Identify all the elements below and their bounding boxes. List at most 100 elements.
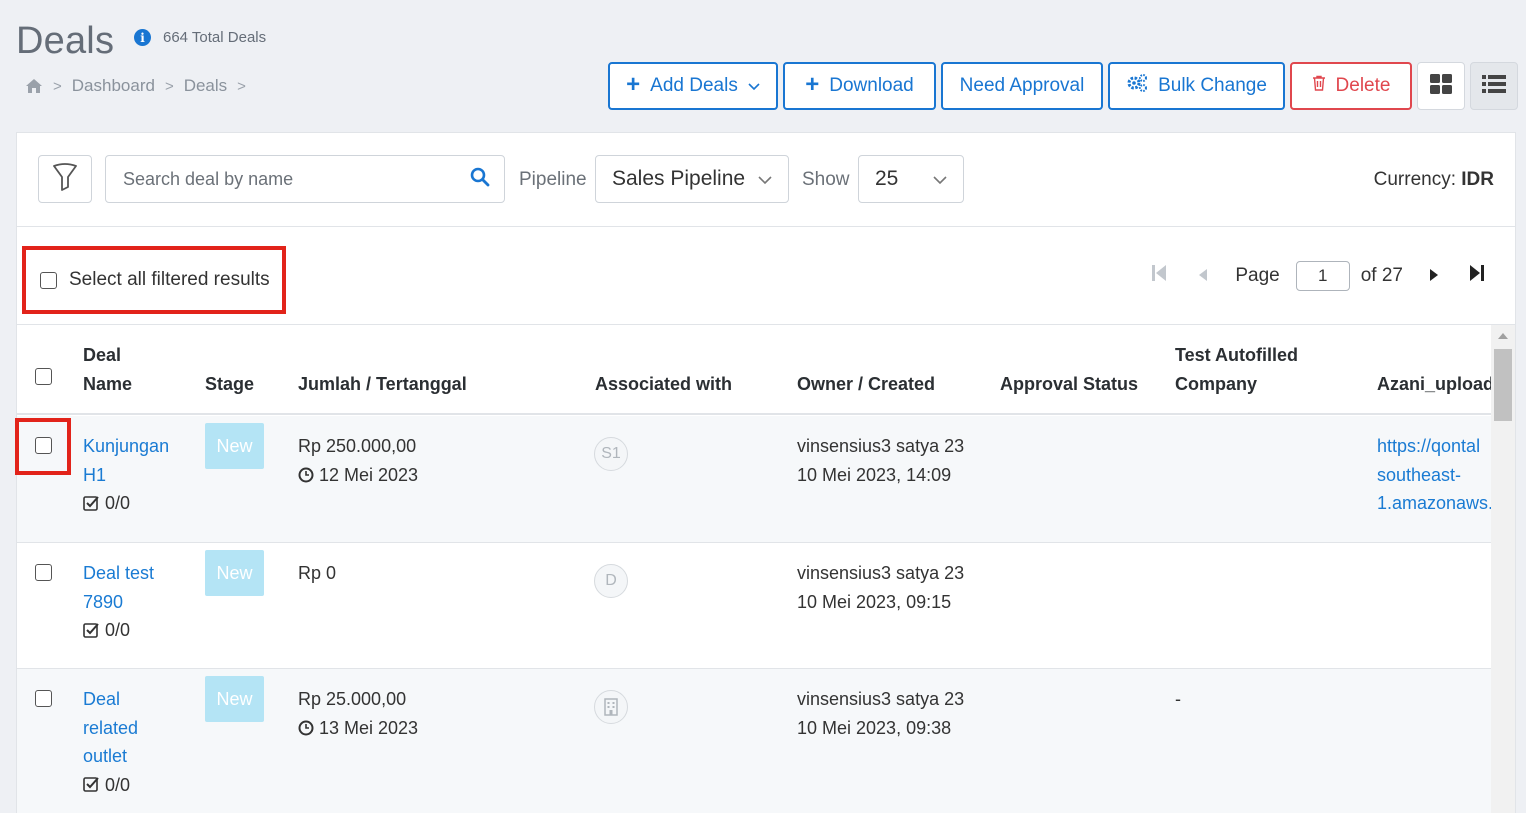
deals-card: Search deal by name Pipeline Sales Pipel… [15, 132, 1516, 813]
task-count-value: 0/0 [105, 774, 131, 795]
close-date-value: 13 Mei 2023 [319, 717, 419, 738]
last-page-icon[interactable] [1469, 264, 1485, 288]
deal-name[interactable]: Deal test 7890 0/0 [83, 559, 154, 647]
row-checkbox[interactable] [35, 564, 52, 581]
deal-name-line[interactable]: Kunjungan [83, 432, 169, 461]
amount-cell: Rp 25.000,00 13 Mei 2023 [298, 685, 418, 744]
scrollbar-thumb[interactable] [1494, 349, 1512, 421]
close-date-value: 12 Mei 2023 [319, 464, 419, 485]
task-count-value: 0/0 [105, 620, 131, 640]
grid-view-button[interactable] [1417, 62, 1465, 110]
deal-name[interactable]: Kunjungan H1 0/0 [83, 432, 169, 520]
page-title: Deals [16, 20, 115, 62]
download-button[interactable]: + Download [783, 62, 936, 110]
associated-avatar[interactable]: S1 [594, 437, 628, 471]
azani-link-line[interactable]: southeast- [1377, 461, 1491, 490]
plus-icon: + [626, 70, 641, 98]
prev-page-icon[interactable] [1199, 265, 1208, 287]
currency-indicator: Currency: IDR [1374, 169, 1494, 191]
amount-value: Rp 25.000,00 [298, 689, 407, 709]
stage-badge: New [205, 676, 264, 722]
col-amount[interactable]: Jumlah / Tertanggal [298, 370, 467, 399]
scroll-up-arrow[interactable] [1498, 333, 1508, 339]
trash-icon [1312, 75, 1326, 97]
next-page-icon[interactable] [1430, 265, 1438, 287]
plus-icon: + [805, 70, 820, 98]
chevron-right-icon: > [53, 77, 62, 95]
amount-value: Rp 0 [298, 563, 337, 583]
owner-name: vinsensius3 satya 23 [797, 689, 965, 709]
deal-name-line[interactable]: 7890 [83, 588, 154, 617]
grid-icon [1430, 73, 1452, 99]
stage-badge: New [205, 550, 264, 596]
need-approval-button[interactable]: Need Approval [941, 62, 1103, 110]
stage-badge: New [205, 423, 264, 469]
azani-link-line[interactable]: https://qontal [1377, 432, 1491, 461]
task-count: 0/0 [83, 771, 130, 800]
col-autofilled-company[interactable]: Test Autofilled Company [1175, 341, 1298, 399]
show-label: Show [802, 169, 850, 190]
deal-name-line[interactable]: Deal test [83, 559, 154, 588]
row-checkbox[interactable] [35, 690, 52, 707]
chevron-right-icon: > [237, 77, 246, 95]
breadcrumb-dashboard[interactable]: Dashboard [72, 76, 155, 96]
select-all-checkbox[interactable] [40, 271, 57, 289]
highlight-box [15, 418, 71, 475]
page-number-input[interactable]: 1 [1295, 261, 1350, 291]
table-row[interactable]: Kunjungan H1 0/0 New Rp 250.000,00 12 Me… [15, 416, 1491, 543]
breadcrumb: > Dashboard > Deals > [25, 76, 246, 96]
table-scrollbar[interactable] [1491, 325, 1515, 813]
breadcrumb-deals[interactable]: Deals [184, 76, 227, 96]
header-checkbox[interactable] [35, 368, 52, 385]
deal-name[interactable]: Deal related outlet 0/0 [83, 685, 138, 802]
azani-upload-link[interactable]: https://qontal southeast- 1.amazonaws. [1377, 432, 1491, 518]
select-all-filtered[interactable]: Select all filtered results [22, 246, 286, 314]
checkbox-checked-icon [83, 622, 99, 638]
deal-name-line[interactable]: H1 [83, 461, 169, 490]
search-icon[interactable] [470, 167, 490, 192]
col-azani-upload[interactable]: Azani_upload [1377, 370, 1491, 399]
show-select[interactable]: 25 [858, 155, 964, 203]
download-label: Download [829, 75, 914, 96]
amount-value: Rp 250.000,00 [298, 436, 417, 456]
col-deal-name[interactable]: Deal Name [83, 341, 132, 399]
info-icon[interactable]: i [134, 29, 151, 46]
col-approval[interactable]: Approval Status [1000, 370, 1138, 399]
bulk-change-button[interactable]: Bulk Change [1108, 62, 1285, 110]
table-row[interactable]: Deal test 7890 0/0 New Rp 0 D vinsensius… [17, 543, 1491, 669]
chevron-down-icon [933, 167, 947, 191]
total-deals-label: 664 Total Deals [163, 29, 267, 46]
home-icon[interactable] [25, 78, 43, 94]
close-date: 13 Mei 2023 [298, 714, 418, 743]
add-deals-button[interactable]: + Add Deals [608, 62, 778, 110]
owner-name: vinsensius3 satya 23 [797, 563, 965, 583]
owner-name: vinsensius3 satya 23 [797, 436, 965, 456]
bulk-change-label: Bulk Change [1158, 75, 1267, 96]
delete-label: Delete [1335, 75, 1391, 96]
add-deals-label: Add Deals [650, 75, 738, 96]
deal-name-line[interactable]: Deal [83, 685, 138, 714]
col-associated[interactable]: Associated with [595, 370, 732, 399]
amount-cell: Rp 250.000,00 12 Mei 2023 [298, 432, 418, 491]
search-input[interactable]: Search deal by name [105, 155, 505, 203]
chevron-down-icon [748, 75, 760, 97]
filter-button[interactable] [38, 155, 92, 203]
building-icon[interactable] [594, 690, 628, 724]
table-row[interactable]: Deal related outlet 0/0 New Rp 25.000,00… [17, 669, 1491, 813]
col-stage[interactable]: Stage [205, 370, 254, 399]
deal-name-line[interactable]: related [83, 714, 138, 743]
list-view-button[interactable] [1470, 62, 1518, 110]
associated-avatar[interactable]: D [594, 564, 628, 598]
col-autofilled-line1: Test Autofilled [1175, 345, 1298, 365]
delete-button[interactable]: Delete [1290, 62, 1412, 110]
chevron-right-icon: > [164, 77, 174, 95]
task-count-value: 0/0 [105, 493, 131, 513]
pipeline-select[interactable]: Sales Pipeline [595, 155, 789, 203]
col-owner[interactable]: Owner / Created [797, 370, 935, 399]
created-at: 10 Mei 2023, 14:09 [797, 464, 952, 485]
pipeline-label: Pipeline [519, 169, 587, 190]
azani-link-line[interactable]: 1.amazonaws. [1377, 489, 1491, 518]
deal-name-line[interactable]: outlet [83, 742, 138, 771]
first-page-icon[interactable] [1151, 264, 1167, 288]
col-autofilled-line2: Company [1175, 374, 1258, 394]
